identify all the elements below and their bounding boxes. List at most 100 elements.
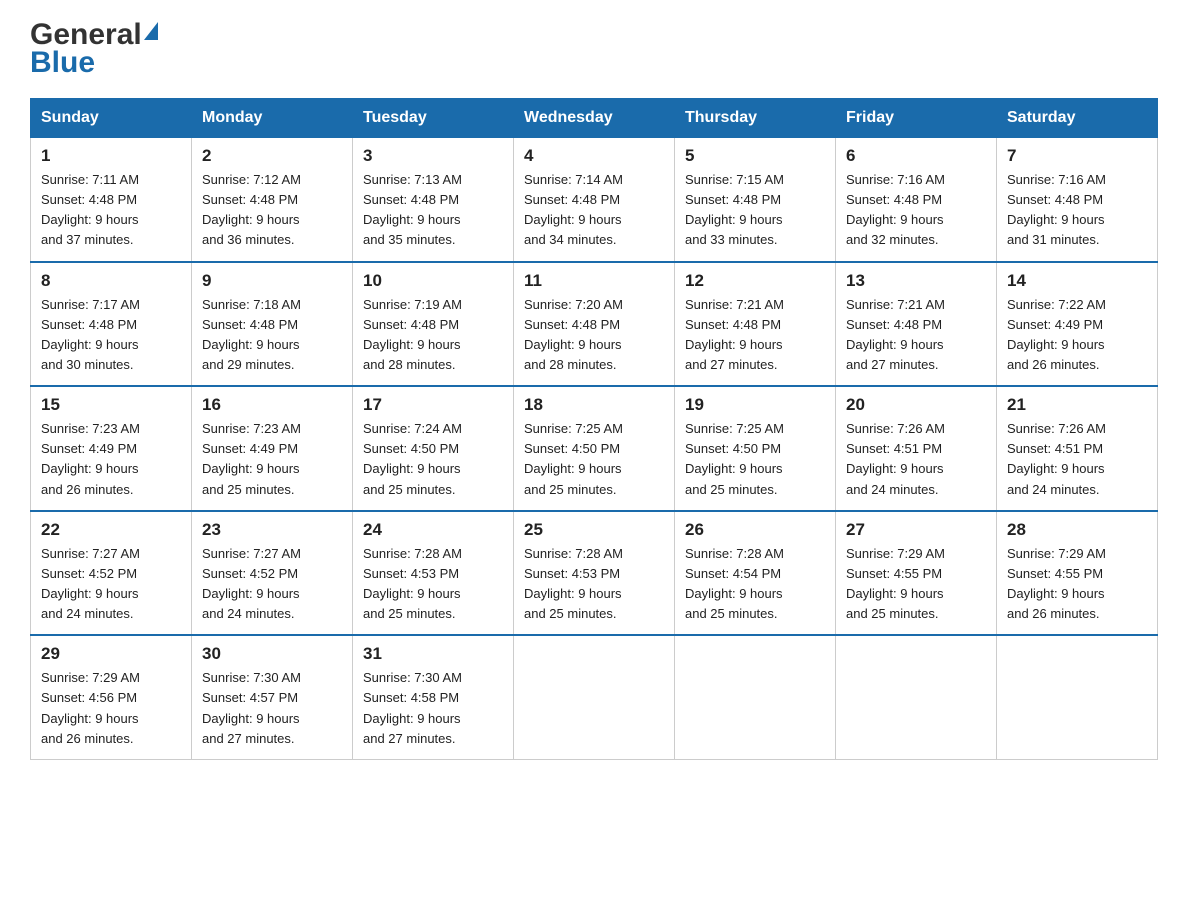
day-number: 25: [524, 520, 664, 540]
day-info: Sunrise: 7:27 AMSunset: 4:52 PMDaylight:…: [202, 546, 301, 621]
day-info: Sunrise: 7:21 AMSunset: 4:48 PMDaylight:…: [846, 297, 945, 372]
day-info: Sunrise: 7:29 AMSunset: 4:56 PMDaylight:…: [41, 670, 140, 745]
calendar-day-cell: 26 Sunrise: 7:28 AMSunset: 4:54 PMDaylig…: [675, 511, 836, 636]
calendar-day-cell: 11 Sunrise: 7:20 AMSunset: 4:48 PMDaylig…: [514, 262, 675, 387]
day-info: Sunrise: 7:30 AMSunset: 4:58 PMDaylight:…: [363, 670, 462, 745]
day-info: Sunrise: 7:11 AMSunset: 4:48 PMDaylight:…: [41, 172, 139, 247]
day-info: Sunrise: 7:30 AMSunset: 4:57 PMDaylight:…: [202, 670, 301, 745]
calendar-day-cell: [675, 635, 836, 759]
day-info: Sunrise: 7:28 AMSunset: 4:53 PMDaylight:…: [524, 546, 623, 621]
logo-arrow-icon: [144, 22, 158, 40]
day-info: Sunrise: 7:19 AMSunset: 4:48 PMDaylight:…: [363, 297, 462, 372]
calendar-day-cell: 31 Sunrise: 7:30 AMSunset: 4:58 PMDaylig…: [353, 635, 514, 759]
day-number: 2: [202, 146, 342, 166]
day-info: Sunrise: 7:24 AMSunset: 4:50 PMDaylight:…: [363, 421, 462, 496]
calendar-week-row: 1 Sunrise: 7:11 AMSunset: 4:48 PMDayligh…: [31, 138, 1158, 262]
day-number: 9: [202, 271, 342, 291]
calendar-table: SundayMondayTuesdayWednesdayThursdayFrid…: [30, 98, 1158, 760]
calendar-day-cell: 10 Sunrise: 7:19 AMSunset: 4:48 PMDaylig…: [353, 262, 514, 387]
day-number: 14: [1007, 271, 1147, 291]
day-info: Sunrise: 7:12 AMSunset: 4:48 PMDaylight:…: [202, 172, 301, 247]
page-header: General Blue: [30, 20, 1158, 80]
calendar-day-cell: 6 Sunrise: 7:16 AMSunset: 4:48 PMDayligh…: [836, 138, 997, 262]
calendar-day-cell: 7 Sunrise: 7:16 AMSunset: 4:48 PMDayligh…: [997, 138, 1158, 262]
logo: General Blue: [30, 20, 160, 80]
calendar-day-cell: 22 Sunrise: 7:27 AMSunset: 4:52 PMDaylig…: [31, 511, 192, 636]
day-number: 3: [363, 146, 503, 166]
weekday-header-thursday: Thursday: [675, 99, 836, 138]
day-number: 21: [1007, 395, 1147, 415]
calendar-day-cell: 14 Sunrise: 7:22 AMSunset: 4:49 PMDaylig…: [997, 262, 1158, 387]
calendar-day-cell: 20 Sunrise: 7:26 AMSunset: 4:51 PMDaylig…: [836, 386, 997, 511]
day-info: Sunrise: 7:13 AMSunset: 4:48 PMDaylight:…: [363, 172, 462, 247]
day-number: 20: [846, 395, 986, 415]
day-number: 27: [846, 520, 986, 540]
day-number: 18: [524, 395, 664, 415]
day-info: Sunrise: 7:23 AMSunset: 4:49 PMDaylight:…: [202, 421, 301, 496]
weekday-header-monday: Monday: [192, 99, 353, 138]
day-info: Sunrise: 7:29 AMSunset: 4:55 PMDaylight:…: [1007, 546, 1106, 621]
weekday-header-tuesday: Tuesday: [353, 99, 514, 138]
day-number: 31: [363, 644, 503, 664]
day-info: Sunrise: 7:28 AMSunset: 4:53 PMDaylight:…: [363, 546, 462, 621]
day-info: Sunrise: 7:14 AMSunset: 4:48 PMDaylight:…: [524, 172, 623, 247]
day-info: Sunrise: 7:26 AMSunset: 4:51 PMDaylight:…: [1007, 421, 1106, 496]
calendar-week-row: 15 Sunrise: 7:23 AMSunset: 4:49 PMDaylig…: [31, 386, 1158, 511]
day-number: 22: [41, 520, 181, 540]
day-number: 28: [1007, 520, 1147, 540]
day-info: Sunrise: 7:25 AMSunset: 4:50 PMDaylight:…: [524, 421, 623, 496]
day-info: Sunrise: 7:16 AMSunset: 4:48 PMDaylight:…: [1007, 172, 1106, 247]
day-info: Sunrise: 7:26 AMSunset: 4:51 PMDaylight:…: [846, 421, 945, 496]
day-number: 23: [202, 520, 342, 540]
day-number: 19: [685, 395, 825, 415]
weekday-header-friday: Friday: [836, 99, 997, 138]
calendar-header: SundayMondayTuesdayWednesdayThursdayFrid…: [31, 99, 1158, 138]
calendar-day-cell: 30 Sunrise: 7:30 AMSunset: 4:57 PMDaylig…: [192, 635, 353, 759]
calendar-day-cell: 9 Sunrise: 7:18 AMSunset: 4:48 PMDayligh…: [192, 262, 353, 387]
calendar-day-cell: [836, 635, 997, 759]
day-info: Sunrise: 7:28 AMSunset: 4:54 PMDaylight:…: [685, 546, 784, 621]
day-info: Sunrise: 7:16 AMSunset: 4:48 PMDaylight:…: [846, 172, 945, 247]
calendar-day-cell: 8 Sunrise: 7:17 AMSunset: 4:48 PMDayligh…: [31, 262, 192, 387]
day-number: 10: [363, 271, 503, 291]
day-info: Sunrise: 7:17 AMSunset: 4:48 PMDaylight:…: [41, 297, 140, 372]
calendar-day-cell: [997, 635, 1158, 759]
day-number: 7: [1007, 146, 1147, 166]
calendar-day-cell: 19 Sunrise: 7:25 AMSunset: 4:50 PMDaylig…: [675, 386, 836, 511]
day-number: 4: [524, 146, 664, 166]
day-number: 16: [202, 395, 342, 415]
day-number: 1: [41, 146, 181, 166]
calendar-day-cell: 18 Sunrise: 7:25 AMSunset: 4:50 PMDaylig…: [514, 386, 675, 511]
calendar-day-cell: 23 Sunrise: 7:27 AMSunset: 4:52 PMDaylig…: [192, 511, 353, 636]
calendar-day-cell: 27 Sunrise: 7:29 AMSunset: 4:55 PMDaylig…: [836, 511, 997, 636]
calendar-day-cell: 21 Sunrise: 7:26 AMSunset: 4:51 PMDaylig…: [997, 386, 1158, 511]
day-number: 17: [363, 395, 503, 415]
calendar-day-cell: 1 Sunrise: 7:11 AMSunset: 4:48 PMDayligh…: [31, 138, 192, 262]
calendar-day-cell: 24 Sunrise: 7:28 AMSunset: 4:53 PMDaylig…: [353, 511, 514, 636]
day-info: Sunrise: 7:18 AMSunset: 4:48 PMDaylight:…: [202, 297, 301, 372]
day-info: Sunrise: 7:23 AMSunset: 4:49 PMDaylight:…: [41, 421, 140, 496]
day-number: 29: [41, 644, 181, 664]
day-info: Sunrise: 7:29 AMSunset: 4:55 PMDaylight:…: [846, 546, 945, 621]
day-number: 8: [41, 271, 181, 291]
calendar-day-cell: 3 Sunrise: 7:13 AMSunset: 4:48 PMDayligh…: [353, 138, 514, 262]
day-info: Sunrise: 7:22 AMSunset: 4:49 PMDaylight:…: [1007, 297, 1106, 372]
day-number: 12: [685, 271, 825, 291]
weekday-header-wednesday: Wednesday: [514, 99, 675, 138]
calendar-week-row: 29 Sunrise: 7:29 AMSunset: 4:56 PMDaylig…: [31, 635, 1158, 759]
day-info: Sunrise: 7:27 AMSunset: 4:52 PMDaylight:…: [41, 546, 140, 621]
calendar-day-cell: 17 Sunrise: 7:24 AMSunset: 4:50 PMDaylig…: [353, 386, 514, 511]
calendar-day-cell: 28 Sunrise: 7:29 AMSunset: 4:55 PMDaylig…: [997, 511, 1158, 636]
day-number: 5: [685, 146, 825, 166]
day-number: 24: [363, 520, 503, 540]
calendar-day-cell: 15 Sunrise: 7:23 AMSunset: 4:49 PMDaylig…: [31, 386, 192, 511]
day-info: Sunrise: 7:21 AMSunset: 4:48 PMDaylight:…: [685, 297, 784, 372]
calendar-day-cell: 13 Sunrise: 7:21 AMSunset: 4:48 PMDaylig…: [836, 262, 997, 387]
logo-blue-text: Blue: [30, 46, 95, 79]
calendar-week-row: 8 Sunrise: 7:17 AMSunset: 4:48 PMDayligh…: [31, 262, 1158, 387]
day-number: 15: [41, 395, 181, 415]
day-info: Sunrise: 7:25 AMSunset: 4:50 PMDaylight:…: [685, 421, 784, 496]
calendar-day-cell: [514, 635, 675, 759]
weekday-header-row: SundayMondayTuesdayWednesdayThursdayFrid…: [31, 99, 1158, 138]
calendar-day-cell: 16 Sunrise: 7:23 AMSunset: 4:49 PMDaylig…: [192, 386, 353, 511]
